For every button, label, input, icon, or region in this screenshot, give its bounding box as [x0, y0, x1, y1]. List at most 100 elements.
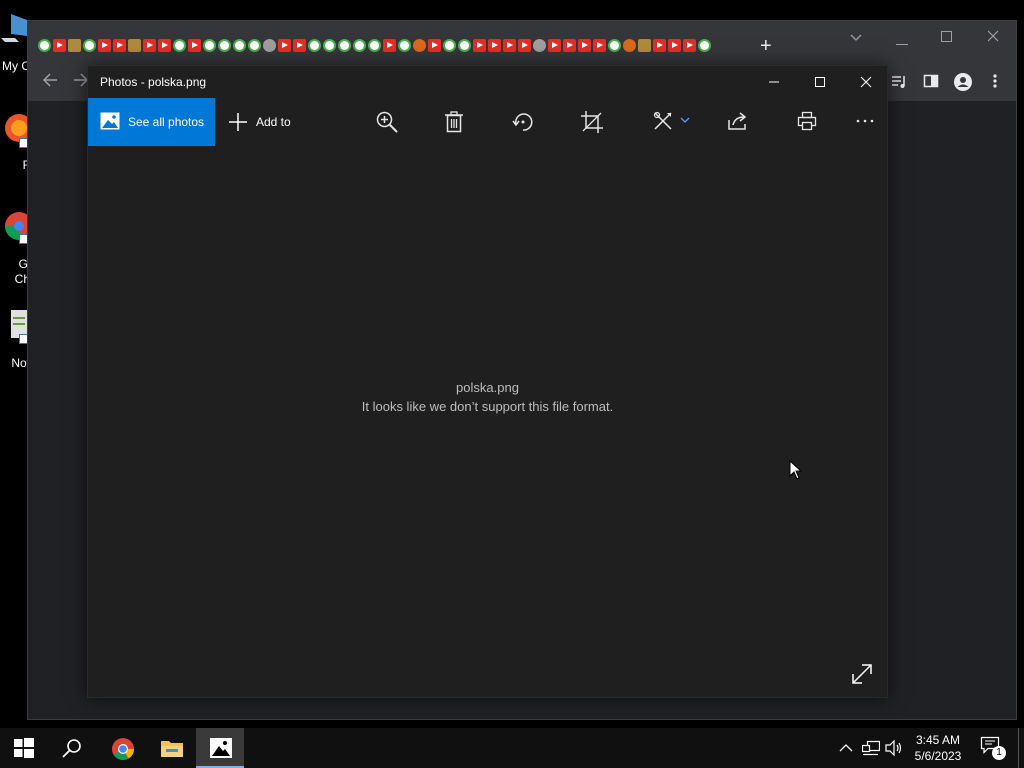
tab-favicon-google-icon[interactable] [338, 39, 351, 52]
chrome-menu-icon[interactable] [986, 73, 1004, 91]
tab-favicon-image-icon[interactable] [638, 39, 651, 52]
start-button[interactable] [0, 728, 48, 768]
tab-favicon-gray-icon[interactable] [533, 39, 546, 52]
tab-favicon-youtube-icon[interactable] [473, 39, 486, 52]
tab-favicon-youtube-icon[interactable] [593, 39, 606, 52]
tab-favicon-youtube-icon[interactable] [293, 39, 306, 52]
my-computer-icon [1, 12, 27, 46]
action-center-button[interactable]: 1 [980, 736, 1006, 760]
tab-favicon-burger-icon[interactable] [413, 39, 426, 52]
crop-button[interactable] [569, 98, 613, 146]
tab-favicon-google-icon[interactable] [443, 39, 456, 52]
full-screen-button[interactable] [850, 662, 878, 690]
tab-favicon-youtube-icon[interactable] [428, 39, 441, 52]
tab-favicon-youtube-icon[interactable] [113, 39, 126, 52]
zoom-button[interactable] [364, 98, 408, 146]
volume-icon[interactable] [885, 739, 902, 757]
tab-favicon-google-icon[interactable] [38, 39, 51, 52]
minimize-button[interactable] [751, 66, 797, 98]
tab-favicon-google-icon[interactable] [353, 39, 366, 52]
add-to-button[interactable]: Add to [226, 98, 306, 146]
search-button[interactable] [48, 728, 96, 768]
tab-search-chevron-icon[interactable] [850, 29, 862, 45]
tab-favicon-youtube-icon[interactable] [683, 39, 696, 52]
network-icon[interactable] [861, 740, 881, 756]
notification-badge: 1 [992, 746, 1006, 760]
edit-icon [653, 111, 672, 130]
desktop-icon-label: My C [2, 59, 30, 73]
maximize-button[interactable] [797, 66, 843, 98]
new-tab-button[interactable]: + [760, 36, 772, 56]
desktop-icon-my-computer[interactable]: My C [0, 10, 30, 76]
rotate-button[interactable] [500, 98, 544, 146]
tab-favicon-youtube-icon[interactable] [653, 39, 666, 52]
desktop-icon-google-chrome[interactable]: G Ch [0, 206, 33, 286]
tab-favicon-youtube-icon[interactable] [188, 39, 201, 52]
photos-titlebar[interactable]: Photos - polska.png [88, 66, 887, 98]
profile-avatar-icon[interactable] [954, 73, 972, 91]
file-explorer-taskbar-button[interactable] [147, 728, 195, 768]
tab-favicon-google-icon[interactable] [698, 39, 711, 52]
tab-favicon-youtube-icon[interactable] [563, 39, 576, 52]
tab-favicon-youtube-icon[interactable] [488, 39, 501, 52]
tab-favicon-google-icon[interactable] [458, 39, 471, 52]
tab-favicon-youtube-icon[interactable] [158, 39, 171, 52]
chrome-taskbar-button[interactable] [98, 728, 146, 768]
more-options-button[interactable] [843, 98, 887, 146]
edit-and-create-button[interactable] [641, 98, 701, 146]
file-explorer-taskbar-icon [161, 741, 183, 757]
tab-favicon-image-icon[interactable] [128, 39, 141, 52]
tab-favicon-google-icon[interactable] [173, 39, 186, 52]
tab-favicon-image-icon[interactable] [68, 39, 81, 52]
tab-favicon-youtube-icon[interactable] [578, 39, 591, 52]
tab-favicon-youtube-icon[interactable] [143, 39, 156, 52]
photos-taskbar-button[interactable] [196, 728, 244, 768]
tab-favicon-google-icon[interactable] [203, 39, 216, 52]
mouse-cursor [789, 459, 803, 480]
firefox-icon [5, 112, 33, 148]
tab-favicon-google-icon[interactable] [368, 39, 381, 52]
share-button[interactable] [716, 98, 760, 146]
chrome-minimize-button[interactable] [896, 33, 908, 49]
tab-favicon-google-icon[interactable] [323, 39, 336, 52]
tab-favicon-youtube-icon[interactable] [668, 39, 681, 52]
tab-favicon-youtube-icon[interactable] [53, 39, 66, 52]
tab-favicon-youtube-icon[interactable] [98, 39, 111, 52]
chrome-maximize-button[interactable] [941, 29, 952, 45]
tab-favicon-google-icon[interactable] [308, 39, 321, 52]
desktop-icon-firefox[interactable]: F [0, 110, 33, 172]
back-arrow-icon[interactable] [42, 72, 58, 93]
photos-taskbar-icon [210, 738, 232, 758]
tab-favicon-google-icon[interactable] [83, 39, 96, 52]
zoom-icon [376, 111, 398, 133]
chrome-tab-strip[interactable] [28, 21, 1016, 64]
delete-icon [445, 111, 463, 133]
tab-favicon-youtube-icon[interactable] [383, 39, 396, 52]
desktop-icon-notepad[interactable]: Not [0, 306, 30, 370]
tab-favicon-youtube-icon[interactable] [518, 39, 531, 52]
tab-favicon-youtube-icon[interactable] [548, 39, 561, 52]
tab-favicon-google-icon[interactable] [608, 39, 621, 52]
tab-favicon-google-icon[interactable] [248, 39, 261, 52]
show-hidden-icons-chevron-icon[interactable] [839, 740, 855, 756]
tab-favicon-google-icon[interactable] [398, 39, 411, 52]
tab-favicon-google-icon[interactable] [233, 39, 246, 52]
side-panel-icon[interactable] [922, 73, 940, 91]
tab-favicon-gray-icon[interactable] [263, 39, 276, 52]
see-all-photos-button[interactable]: See all photos [88, 98, 215, 146]
tab-favicon-burger-icon[interactable] [623, 39, 636, 52]
tab-favicon-youtube-icon[interactable] [278, 39, 291, 52]
chrome-close-button[interactable] [987, 29, 999, 45]
taskbar: 3:45 AM 5/6/2023 1 [0, 728, 1024, 768]
print-button[interactable] [785, 98, 829, 146]
clock-time: 3:45 AM [915, 733, 961, 747]
tab-favicon-google-icon[interactable] [218, 39, 231, 52]
chrome-taskbar-icon [112, 738, 134, 760]
reading-list-icon[interactable] [890, 73, 908, 91]
delete-button[interactable] [432, 98, 476, 146]
tab-favicon-youtube-icon[interactable] [503, 39, 516, 52]
close-button[interactable] [843, 66, 889, 98]
photo-gallery-icon [100, 112, 120, 130]
show-desktop-button[interactable] [1018, 728, 1019, 768]
system-clock[interactable]: 3:45 AM 5/6/2023 [906, 732, 970, 764]
